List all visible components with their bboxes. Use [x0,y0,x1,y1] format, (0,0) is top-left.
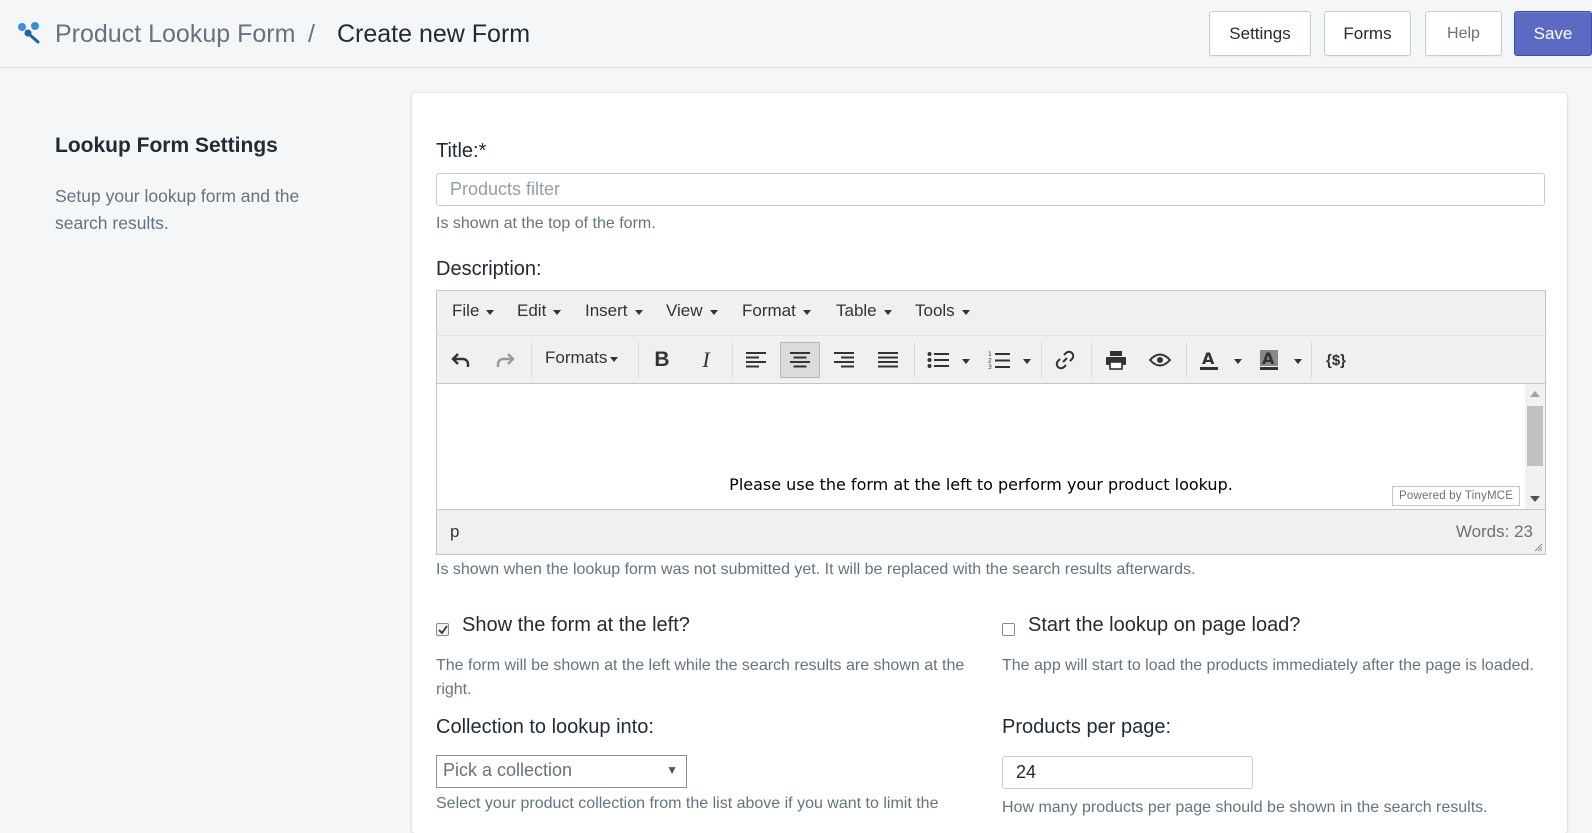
bullet-list-icon[interactable] [918,342,958,378]
editor-content-area[interactable]: Please use the form at the left to perfo… [437,384,1525,509]
collection-help: Select your product collection from the … [436,795,939,812]
caret-down-icon [610,356,619,362]
editor-statusbar: p Words: 23 [437,509,1545,554]
description-label: Description: [436,258,542,280]
show-left-help: The form will be shown at the left while… [436,657,965,698]
menu-view[interactable]: View [666,301,718,321]
scroll-down-arrow-icon[interactable] [1530,496,1540,502]
editor-content-text: Please use the form at the left to perfo… [729,475,1233,494]
per-page-input[interactable] [1002,756,1253,789]
menu-file[interactable]: File [452,301,495,321]
breadcrumb-app[interactable]: Product Lookup Form [55,18,295,50]
scroll-thumb[interactable] [1527,406,1543,466]
collection-label: Collection to lookup into: [436,716,654,738]
resize-handle-icon[interactable] [1533,542,1543,552]
caret-down-icon [709,309,718,315]
numbered-list-caret-icon[interactable] [1014,342,1036,378]
toolbar-divider [732,342,733,378]
svg-text:A: A [1262,349,1275,368]
formats-dropdown[interactable]: Formats [545,348,619,368]
description-help: Is shown when the lookup form was not su… [436,561,1196,578]
bold-icon[interactable]: B [642,342,682,378]
toolbar-divider [1311,342,1312,378]
title-label: Title:* [436,140,487,162]
caret-down-icon [486,309,495,315]
section-title: Lookup Form Settings [55,134,278,157]
text-color-icon[interactable]: A [1189,342,1229,378]
scroll-up-arrow-icon[interactable] [1530,391,1540,397]
toolbar-divider [638,342,639,378]
powered-by-tinymce[interactable]: Powered by TinyMCE [1392,486,1521,506]
preview-eye-icon[interactable] [1140,342,1180,378]
settings-button[interactable]: Settings [1209,11,1311,56]
checkmark-icon [437,624,448,634]
svg-text:A: A [1202,349,1215,368]
align-center-icon[interactable] [780,342,820,378]
caret-down-icon [883,309,892,315]
menu-insert[interactable]: Insert [585,301,643,321]
page-title: Create new Form [337,20,531,48]
editor-toolbar: Formats B I 123 A A {$} [437,336,1545,384]
align-right-icon[interactable] [824,342,864,378]
toolbar-divider [1091,342,1092,378]
breadcrumb-separator: / [308,20,315,48]
start-on-load-checkbox[interactable] [1002,623,1015,636]
toolbar-divider [914,342,915,378]
per-page-label: Products per page: [1002,716,1171,738]
menu-format[interactable]: Format [742,301,811,321]
app-logo-icon [18,22,40,44]
section-description: Setup your lookup form and the search re… [55,186,300,233]
print-icon[interactable] [1096,342,1136,378]
menu-tools[interactable]: Tools [915,301,970,321]
caret-down-icon [634,309,643,315]
code-braces-icon[interactable]: {$} [1316,342,1356,378]
start-on-load-help: The app will start to load the products … [1002,657,1534,674]
rich-text-editor: File Edit Insert View Format Table Tools… [436,290,1546,555]
background-color-caret-icon[interactable] [1285,342,1307,378]
toolbar-divider [1041,342,1042,378]
forms-button[interactable]: Forms [1324,11,1411,56]
caret-down-icon [802,309,811,315]
editor-menubar: File Edit Insert View Format Table Tools [437,291,1545,336]
dropdown-arrow-icon: ▼ [666,763,678,777]
element-path[interactable]: p [450,522,459,542]
editor-scrollbar[interactable] [1525,384,1545,509]
show-left-label[interactable]: Show the form at the left? [462,614,690,637]
word-count: Words: 23 [1455,522,1533,541]
redo-icon[interactable] [485,342,525,378]
collection-select[interactable]: Pick a collection ▼ [436,755,687,788]
toolbar-divider [531,342,532,378]
toolbar-divider [1186,342,1187,378]
numbered-list-icon[interactable]: 123 [979,342,1019,378]
help-button[interactable]: Help [1425,11,1502,56]
background-color-icon[interactable]: A [1249,342,1289,378]
save-button[interactable]: Save [1514,11,1592,56]
title-input[interactable] [436,173,1545,206]
start-on-load-label[interactable]: Start the lookup on page load? [1028,614,1300,637]
italic-icon[interactable]: I [686,342,726,378]
menu-table[interactable]: Table [836,301,892,321]
link-icon[interactable] [1045,342,1085,378]
per-page-help: How many products per page should be sho… [1002,799,1488,816]
align-left-icon[interactable] [736,342,776,378]
menu-edit[interactable]: Edit [517,301,562,321]
top-bar: Product Lookup Form / Create new Form Se… [0,0,1592,68]
align-justify-icon[interactable] [868,342,908,378]
svg-text:3: 3 [988,364,992,370]
caret-down-icon [553,309,562,315]
caret-down-icon [961,309,970,315]
text-color-caret-icon[interactable] [1225,342,1247,378]
bullet-list-caret-icon[interactable] [953,342,975,378]
show-left-checkbox[interactable] [436,623,449,636]
title-help: Is shown at the top of the form. [436,215,656,232]
undo-icon[interactable] [441,342,481,378]
